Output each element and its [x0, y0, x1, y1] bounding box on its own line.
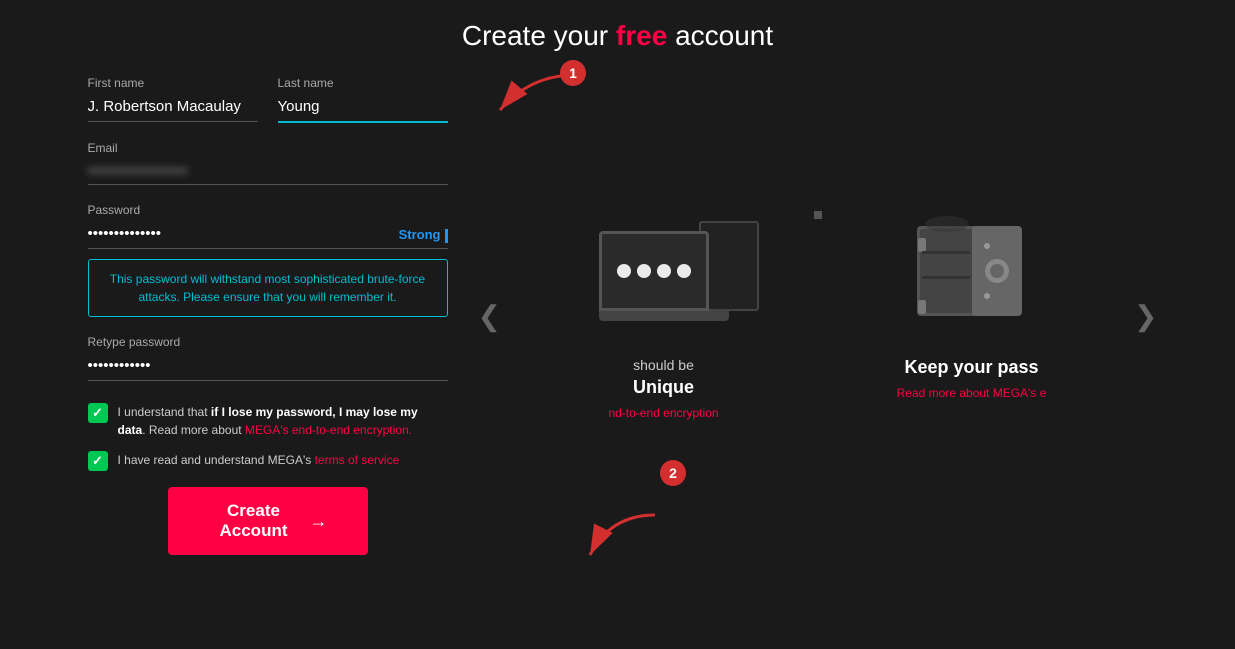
email-value-blurred: ••••••••••••••••••••••	[88, 159, 448, 182]
carousel-nav-left[interactable]: ❮	[478, 299, 501, 332]
name-row: First name Last name	[88, 76, 448, 123]
pw-dot-3	[657, 264, 671, 278]
last-name-label: Last name	[278, 76, 448, 90]
email-group: Email ••••••••••••••••••••••	[88, 141, 448, 185]
password-label: Password	[88, 203, 448, 217]
pw-dot-1	[617, 264, 631, 278]
checkbox-2[interactable]	[88, 451, 108, 471]
create-account-button[interactable]: Create Account →	[168, 487, 368, 555]
annotation-1-text: 1	[569, 65, 577, 81]
laptop-screen	[599, 231, 709, 311]
dot-separator	[814, 211, 822, 219]
card2-link[interactable]: Read more about MEGA's e	[897, 386, 1047, 400]
retype-label: Retype password	[88, 335, 448, 349]
first-name-label: First name	[88, 76, 258, 90]
tos-link[interactable]: terms of service	[315, 453, 400, 467]
create-account-arrow: →	[310, 511, 328, 532]
password-wrapper: Strong	[88, 221, 448, 249]
carousel-card-1: should be Unique nd-to-end encryption	[554, 211, 774, 420]
page-container: Create your free account First name Last…	[0, 0, 1235, 649]
lock-dot-2	[984, 293, 990, 299]
checkbox-row-1: I understand that if I lose my password,…	[88, 403, 448, 439]
checkbox1-text-normal1: I understand that	[118, 405, 211, 419]
password-dots-display	[617, 264, 691, 278]
card1-link[interactable]: nd-to-end encryption	[608, 406, 718, 420]
card1-link-text: nd-to-end encryption	[608, 406, 718, 420]
safe-illustration-container	[912, 211, 1032, 341]
checkbox2-text-normal: I have read and understand MEGA's	[118, 453, 315, 467]
card2-title: Keep your pass	[904, 357, 1038, 378]
carousel-card-2: Keep your pass Read more about MEGA's e	[862, 211, 1082, 400]
annotation-bubble-2: 2	[660, 460, 686, 486]
main-content: First name Last name Email •••••••••••••…	[0, 76, 1235, 555]
checkbox1-text-normal2: . Read more about	[142, 423, 245, 437]
first-name-group: First name	[88, 76, 258, 123]
checkbox-1-text: I understand that if I lose my password,…	[118, 403, 448, 439]
lock-dot-1	[984, 243, 990, 249]
encryption-link[interactable]: MEGA's end-to-end encryption.	[245, 423, 412, 437]
annotation-bubble-1: 1	[560, 60, 586, 86]
last-name-input[interactable]	[278, 94, 448, 123]
checkbox-row-2: I have read and understand MEGA's terms …	[88, 451, 448, 471]
checkbox-1[interactable]	[88, 403, 108, 423]
laptop-illustration	[599, 231, 729, 321]
shelf-2	[922, 276, 970, 279]
card1-subtitle: should be	[633, 357, 694, 373]
laptop-illustration-container	[599, 211, 729, 341]
form-section: First name Last name Email •••••••••••••…	[68, 76, 468, 555]
page-title: Create your free account	[462, 20, 773, 52]
title-highlight: free	[616, 20, 667, 51]
hinge-bottom	[918, 300, 926, 314]
shelf-1	[922, 251, 970, 254]
password-input[interactable]	[88, 221, 448, 249]
retype-group: Retype password	[88, 335, 448, 381]
retype-input[interactable]	[88, 353, 448, 381]
safe-handle-inner	[990, 264, 1004, 278]
annotation-2-text: 2	[669, 465, 677, 481]
create-account-label: Create Account	[208, 501, 300, 541]
checkboxes-section: I understand that if I lose my password,…	[88, 403, 448, 471]
dot-separator-container	[804, 211, 832, 219]
first-name-input[interactable]	[88, 94, 258, 122]
last-name-group: Last name	[278, 76, 448, 123]
card2-link-text: Read more about MEGA's e	[897, 386, 1047, 400]
pw-dot-2	[637, 264, 651, 278]
email-label: Email	[88, 141, 448, 155]
pw-dot-4	[677, 264, 691, 278]
strength-bar	[445, 229, 448, 243]
password-hint: This password will withstand most sophis…	[88, 259, 448, 317]
safe-shadow	[925, 216, 969, 232]
password-strength-label: Strong	[399, 227, 448, 243]
title-prefix: Create your	[462, 20, 616, 51]
safe-svg	[912, 216, 1032, 336]
carousel-nav-right[interactable]: ❯	[1134, 299, 1157, 332]
password-group: Password Strong This password will withs…	[88, 203, 448, 317]
laptop-base	[599, 311, 729, 321]
title-suffix: account	[667, 20, 773, 51]
card1-title: Unique	[633, 377, 694, 398]
carousel-section: ❮	[468, 76, 1168, 555]
carousel-cards: should be Unique nd-to-end encryption	[554, 211, 1082, 420]
checkbox-2-text: I have read and understand MEGA's terms …	[118, 451, 400, 469]
hinge-top	[918, 238, 926, 252]
